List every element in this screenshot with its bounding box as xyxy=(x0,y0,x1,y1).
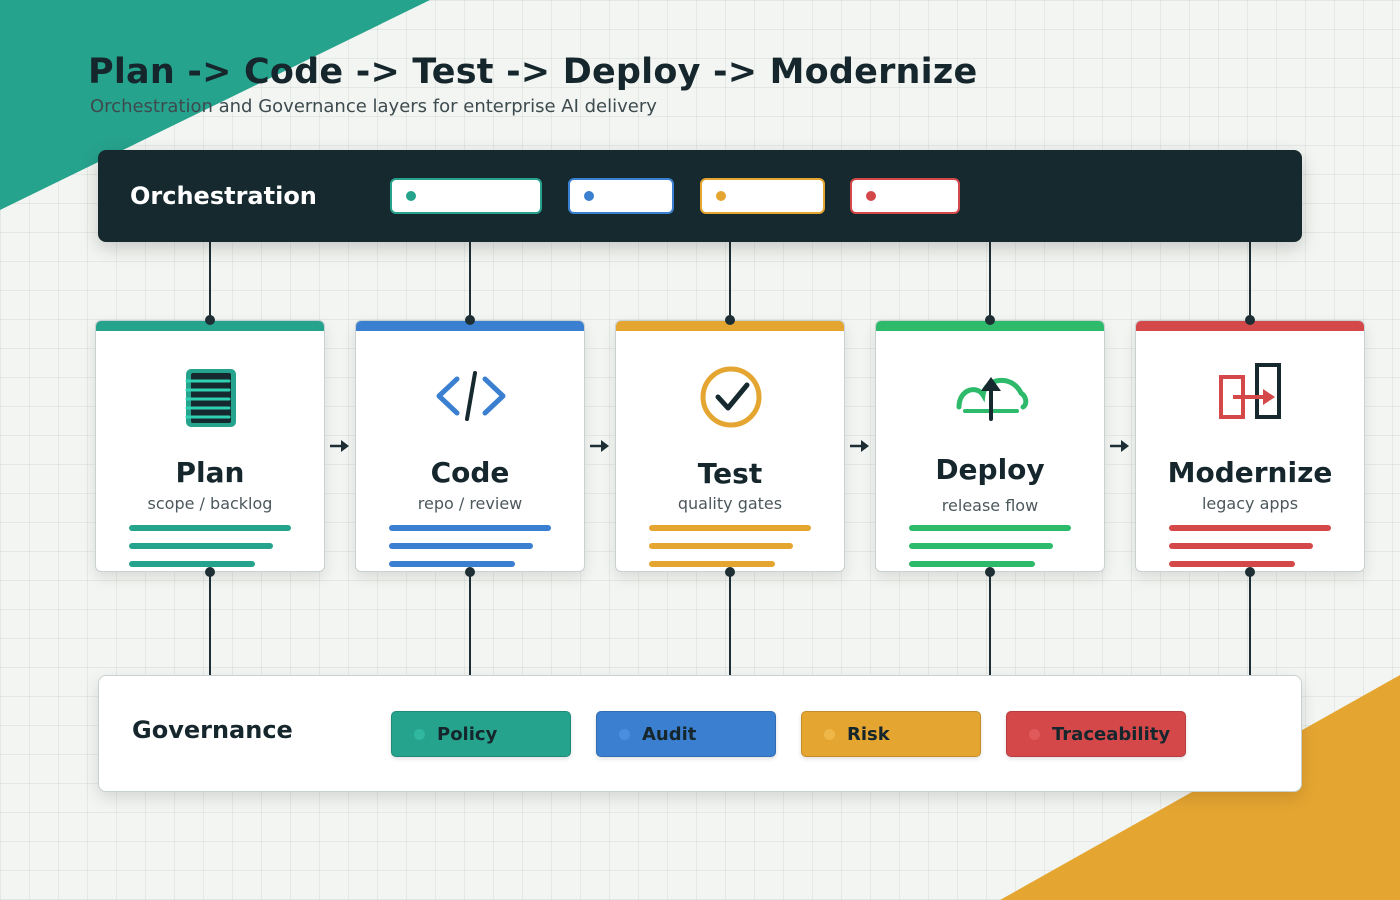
status-dot xyxy=(1029,728,1040,740)
document-list-icon xyxy=(185,369,236,427)
orchestration-chip-2[interactable] xyxy=(568,178,674,214)
flow-arrow-icon xyxy=(1110,440,1129,452)
placeholder-line xyxy=(129,525,291,531)
flow-arrow-icon xyxy=(850,440,869,452)
governance-label: Audit xyxy=(642,723,697,745)
placeholder-line xyxy=(909,543,1053,549)
stage-name: Code xyxy=(430,456,510,489)
governance-label: Traceability xyxy=(1052,723,1171,745)
governance-audit-button[interactable]: Audit xyxy=(596,711,776,757)
placeholder-line xyxy=(649,525,811,531)
status-dot xyxy=(584,191,594,201)
placeholder-line xyxy=(129,543,273,549)
stage-subtitle: repo / review xyxy=(417,494,523,513)
page-title: Plan -> Code -> Test -> Deploy -> Modern… xyxy=(88,52,978,92)
placeholder-line xyxy=(129,561,255,567)
orchestration-title: Orchestration xyxy=(130,182,317,210)
stage-card-modernize[interactable]: Modernize legacy apps xyxy=(1135,320,1365,572)
stage-subtitle: legacy apps xyxy=(1201,494,1299,513)
governance-policy-button[interactable]: Policy xyxy=(391,711,571,757)
placeholder-line xyxy=(389,525,551,531)
stage-name: Plan xyxy=(175,456,245,489)
placeholder-line xyxy=(389,561,515,567)
stage-card-plan[interactable]: Plan scope / backlog xyxy=(95,320,325,572)
stage-card-deploy[interactable]: Deploy release flow xyxy=(875,320,1105,572)
flow-arrow-icon xyxy=(590,440,609,452)
stage-card-test[interactable]: Test quality gates xyxy=(615,320,845,572)
governance-traceability-button[interactable]: Traceability xyxy=(1006,711,1186,757)
cloud-upload-icon xyxy=(956,377,1029,421)
stage-subtitle: scope / backlog xyxy=(147,494,273,513)
orchestration-chip-3[interactable] xyxy=(700,178,825,214)
placeholder-line xyxy=(1169,525,1331,531)
orchestration-layer: Orchestration xyxy=(98,150,1302,242)
stage-card-code[interactable]: Code repo / review xyxy=(355,320,585,572)
placeholder-line xyxy=(649,543,793,549)
flow-arrow-icon xyxy=(330,440,349,452)
governance-risk-button[interactable]: Risk xyxy=(801,711,981,757)
code-brackets-icon xyxy=(436,371,506,421)
placeholder-line xyxy=(1169,543,1313,549)
placeholder-line xyxy=(1169,561,1295,567)
status-dot xyxy=(619,728,630,740)
status-dot xyxy=(824,728,835,740)
orchestration-chip-4[interactable] xyxy=(850,178,960,214)
placeholder-line xyxy=(649,561,775,567)
stage-name: Modernize xyxy=(1167,456,1333,489)
orchestration-chip-1[interactable] xyxy=(390,178,542,214)
status-dot xyxy=(716,191,726,201)
placeholder-line xyxy=(909,525,1071,531)
stage-name: Deploy xyxy=(935,453,1045,486)
stage-subtitle: quality gates xyxy=(677,494,783,513)
migrate-arrow-icon xyxy=(1219,363,1281,419)
status-dot xyxy=(414,728,425,740)
governance-layer: Governance Policy Audit Risk Traceabilit… xyxy=(98,675,1302,792)
governance-label: Risk xyxy=(847,723,890,745)
stage-name: Test xyxy=(697,457,763,490)
checkmark-circle-icon xyxy=(700,366,762,428)
governance-label: Policy xyxy=(437,723,498,745)
status-dot xyxy=(406,191,416,201)
governance-title: Governance xyxy=(132,716,293,744)
placeholder-line xyxy=(389,543,533,549)
status-dot xyxy=(866,191,876,201)
placeholder-line xyxy=(909,561,1035,567)
page-subtitle: Orchestration and Governance layers for … xyxy=(90,96,657,117)
stage-subtitle: release flow xyxy=(941,496,1039,515)
